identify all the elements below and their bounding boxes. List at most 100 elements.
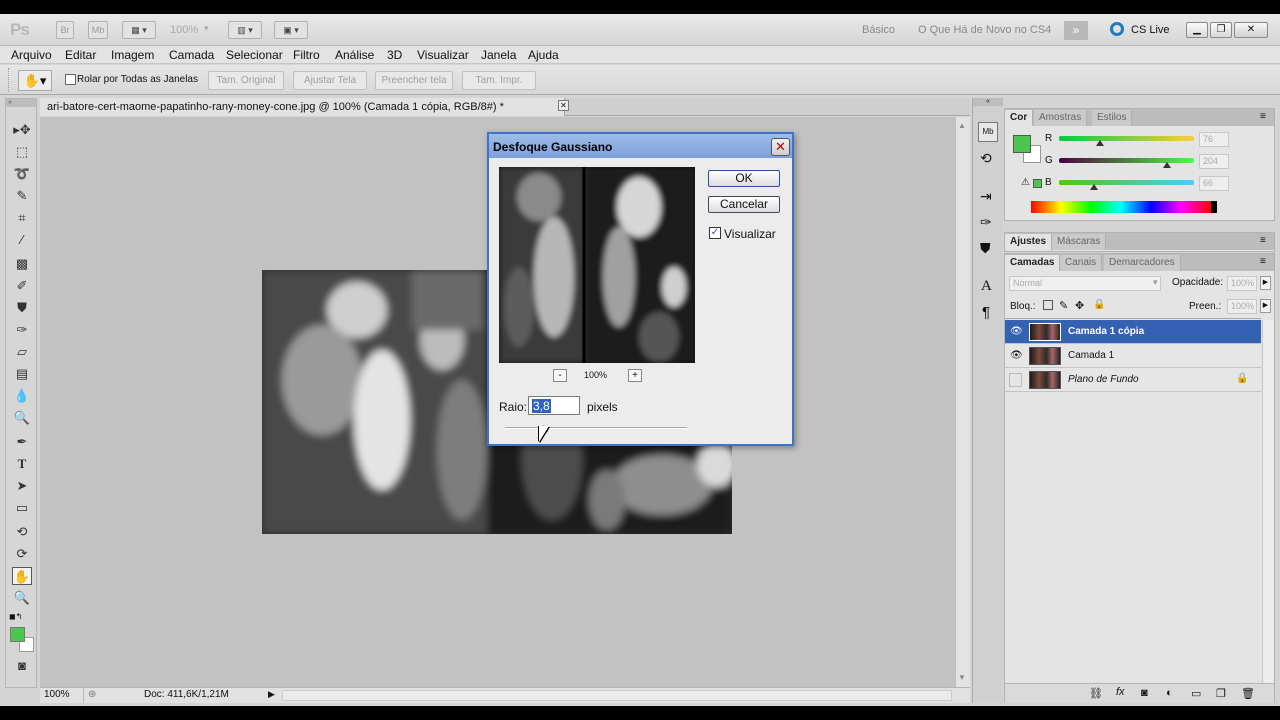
lock-position-icon[interactable]: ✥	[1075, 299, 1084, 312]
channel-b-value[interactable]: 66	[1199, 176, 1229, 191]
tab-canais[interactable]: Canais	[1060, 255, 1103, 271]
blend-mode-select[interactable]: Normal	[1009, 276, 1161, 291]
layer-name[interactable]: Camada 1 cópia	[1068, 326, 1144, 337]
clone-stamp-tool-icon[interactable]: ⛊	[12, 299, 32, 317]
move-tool-icon[interactable]: ▸✥	[12, 121, 32, 139]
gamut-color-swatch[interactable]	[1033, 179, 1042, 188]
close-window-button[interactable]: ✕	[1234, 22, 1268, 38]
channel-r-slider[interactable]	[1059, 136, 1194, 146]
quick-mask-icon[interactable]: ◙	[12, 657, 32, 675]
status-zoom[interactable]: 100%	[40, 688, 84, 703]
3d-orbit-tool-icon[interactable]: ⟳	[12, 545, 32, 563]
history-panel-icon[interactable]: ⟲	[980, 150, 992, 167]
layer-row-camada-1[interactable]: 👁 Camada 1	[1005, 344, 1261, 368]
screen-mode-icon[interactable]: ▣ ▾	[274, 21, 308, 39]
marquee-tool-icon[interactable]: ⬚	[12, 143, 32, 161]
tab-demarcadores[interactable]: Demarcadores	[1104, 255, 1181, 271]
foreground-color-swatch[interactable]	[10, 627, 25, 642]
menu-imagem[interactable]: Imagem	[111, 48, 154, 62]
panel-menu-icon[interactable]: ≡	[1260, 111, 1266, 122]
zoom-out-button[interactable]: -	[553, 369, 567, 382]
layer-visibility-eye-icon[interactable]: 👁	[1010, 350, 1023, 361]
blur-preview[interactable]	[499, 167, 695, 363]
gamut-warning-icon[interactable]: ⚠	[1021, 177, 1030, 188]
tools-collapse-icon[interactable]: »	[6, 99, 36, 107]
fill-value[interactable]: 100%	[1227, 299, 1257, 314]
delete-layer-icon[interactable]: 🗑	[1241, 687, 1255, 700]
link-layers-icon[interactable]: ⛓	[1089, 687, 1103, 700]
channel-g-value[interactable]: 204	[1199, 154, 1229, 169]
lock-transparency-icon[interactable]	[1043, 300, 1053, 310]
bridge-icon[interactable]: Br	[56, 21, 74, 39]
layers-scrollbar[interactable]	[1262, 320, 1274, 695]
tab-amostras[interactable]: Amostras	[1034, 110, 1088, 126]
channel-g-slider-marker[interactable]	[1163, 162, 1171, 168]
new-layer-icon[interactable]: ❐	[1216, 687, 1226, 700]
menu-filtro[interactable]: Filtro	[293, 48, 320, 62]
double-chevron-right-icon[interactable]: »	[1064, 21, 1088, 40]
path-selection-tool-icon[interactable]: ➤	[12, 477, 32, 495]
radius-input[interactable]: 3,8	[528, 396, 580, 415]
type-tool-icon[interactable]: T	[12, 455, 32, 473]
layer-name[interactable]: Camada 1	[1068, 350, 1114, 361]
strip-collapse-icon[interactable]: «	[973, 98, 1003, 106]
menu-editar[interactable]: Editar	[65, 48, 96, 62]
brush-tool-icon[interactable]: ✐	[12, 277, 32, 295]
status-menu-arrow-icon[interactable]: ▶	[268, 689, 275, 700]
cs-live-menu[interactable]: CS Live	[1131, 24, 1170, 36]
menu-arquivo[interactable]: Arquivo	[11, 48, 52, 62]
tab-camadas[interactable]: Camadas	[1005, 255, 1061, 271]
rectangle-tool-icon[interactable]: ▭	[12, 499, 32, 517]
arrange-documents-icon[interactable]: ▥ ▾	[228, 21, 262, 39]
channel-b-slider-marker[interactable]	[1090, 184, 1099, 190]
channel-r-value[interactable]: 76	[1199, 132, 1229, 147]
dodge-tool-icon[interactable]: 🔍	[12, 409, 32, 427]
color-fg-swatch[interactable]	[1013, 135, 1031, 153]
hand-tool-preset-icon[interactable]: ✋▾	[18, 70, 52, 91]
menu-selecionar[interactable]: Selecionar	[226, 48, 283, 62]
history-brush-tool-icon[interactable]: ✑	[12, 321, 32, 339]
tab-estilos[interactable]: Estilos	[1092, 110, 1133, 126]
opacity-arrow-icon[interactable]: ▶	[1260, 276, 1271, 290]
adjustment-layer-icon[interactable]: ◐	[1166, 687, 1173, 699]
restore-button[interactable]: ❐	[1210, 22, 1232, 38]
menu-visualizar[interactable]: Visualizar	[417, 48, 469, 62]
tab-cor[interactable]: Cor	[1005, 110, 1034, 126]
menu-janela[interactable]: Janela	[481, 48, 516, 62]
clone-source-icon[interactable]: ⛊	[980, 240, 991, 257]
grip-handle[interactable]	[8, 68, 12, 92]
fill-arrow-icon[interactable]: ▶	[1260, 299, 1271, 313]
menu-camada[interactable]: Camada	[169, 48, 214, 62]
quick-selection-tool-icon[interactable]: ✎	[12, 187, 32, 205]
new-group-icon[interactable]: ▭	[1191, 687, 1201, 700]
print-size-button[interactable]: Tam. Impr.	[462, 71, 536, 90]
layer-name[interactable]: Plano de Fundo	[1068, 374, 1139, 385]
radius-slider-track[interactable]	[505, 427, 687, 429]
document-tab[interactable]: ari-batore-cert-maome-papatinho-rany-mon…	[40, 98, 569, 116]
scroll-up-icon[interactable]: ▲	[958, 121, 966, 130]
scroll-down-icon[interactable]: ▼	[958, 673, 966, 682]
actual-pixels-button[interactable]: Tam. Original	[208, 71, 284, 90]
workspace-whats-new[interactable]: O Que Há de Novo no CS4	[918, 24, 1051, 36]
cancel-button[interactable]: Cancelar	[708, 196, 780, 213]
healing-brush-tool-icon[interactable]: ▩	[12, 255, 32, 273]
adjustments-menu-icon[interactable]: ≡	[1260, 235, 1266, 246]
3d-rotate-tool-icon[interactable]: ⟲	[12, 523, 32, 541]
channel-r-slider-marker[interactable]	[1095, 140, 1104, 146]
menu-3d[interactable]: 3D	[387, 48, 402, 62]
layer-style-icon[interactable]: fx	[1116, 686, 1125, 698]
character-panel-icon[interactable]: A	[981, 278, 992, 295]
close-document-icon[interactable]: ✕	[558, 100, 569, 111]
gradient-tool-icon[interactable]: ▤	[12, 365, 32, 383]
zoom-in-button[interactable]: +	[628, 369, 642, 382]
horizontal-scrollbar[interactable]	[282, 690, 952, 701]
zoom-level-display[interactable]: 100%	[170, 24, 198, 36]
add-mask-icon[interactable]: ◙	[1141, 687, 1148, 699]
crop-tool-icon[interactable]: ⌗	[12, 209, 32, 227]
layer-row-plano-de-fundo[interactable]: Plano de Fundo 🔒	[1005, 368, 1261, 392]
paragraph-panel-icon[interactable]: ¶	[982, 304, 990, 321]
layer-visibility-toggle[interactable]	[1009, 373, 1022, 387]
channel-g-slider[interactable]	[1059, 158, 1194, 168]
pen-tool-icon[interactable]: ✒	[12, 433, 32, 451]
view-extras-icon[interactable]: ▦ ▾	[122, 21, 156, 39]
